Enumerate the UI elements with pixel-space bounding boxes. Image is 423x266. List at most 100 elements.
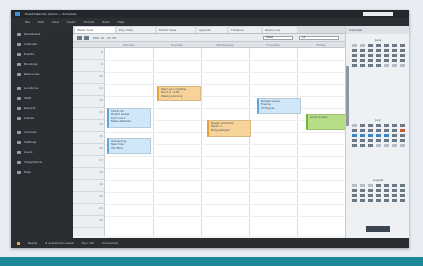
next-button[interactable] (84, 36, 89, 40)
locations-icon (17, 87, 21, 90)
mini-calendar-days[interactable] (350, 184, 406, 202)
menu-insert[interactable]: Insert (67, 18, 76, 26)
clients-icon (17, 117, 21, 120)
today-button[interactable] (366, 226, 390, 232)
calendar-grid[interactable]: 8 9 10 11 12 13 14 15 16 17 18 19 20 21 … (73, 48, 346, 236)
status-bar: Ready 6 events this week Sync OK Connect… (11, 238, 409, 248)
event-card[interactable]: Team sync meeting Room A · 9:00 Weekly p… (157, 86, 201, 101)
mini-calendar-august[interactable]: August (350, 178, 406, 218)
resources-icon (17, 73, 21, 76)
gear-icon (17, 141, 21, 144)
hour-slot: 20 (73, 192, 105, 204)
sidebar-item-invoices[interactable]: Invoices (17, 130, 36, 135)
event-card[interactable]: Onboarding New hires HR office (107, 138, 151, 154)
menu-tools[interactable]: Tools (102, 18, 109, 26)
status-text: 6 events this week (45, 241, 74, 245)
mini-calendar-june[interactable]: June (350, 38, 406, 78)
tab-timeline[interactable]: Timeline (229, 27, 261, 33)
sidebar-item-resources[interactable]: Resources (17, 72, 39, 77)
sidebar-item-staff[interactable]: Staff (17, 96, 31, 101)
status-indicator-icon (17, 241, 20, 245)
reports-icon (17, 107, 21, 110)
status-text: Ready (28, 241, 38, 245)
app-icon (15, 12, 20, 16)
mini-calendar-panel: Calendar June July August (345, 26, 409, 238)
status-text: Connected (102, 241, 119, 245)
column-divider (297, 48, 298, 236)
hour-slot: 17 (73, 156, 105, 168)
sidebar-item-dashboard[interactable]: Dashboard (17, 32, 40, 37)
prev-button[interactable] (77, 36, 82, 40)
tab-agenda[interactable]: Agenda (197, 27, 227, 33)
sidebar-item-settings[interactable]: Settings (17, 140, 36, 145)
mini-calendar-title: July (375, 118, 381, 122)
view-select[interactable]: Week (263, 36, 293, 40)
event-card[interactable]: Client call Project review Conf. line 2 … (107, 108, 151, 128)
hour-slot: 16 (73, 144, 105, 156)
column-divider (201, 48, 202, 236)
window-title: EventCalendar Admin — Schedule (25, 12, 77, 16)
hour-slot: 18 (73, 168, 105, 180)
hour-slot: 21 (73, 204, 105, 216)
event-card[interactable]: Lunch & learn (306, 114, 346, 130)
menu-bar: File Edit View Insert Format Tools Help (11, 18, 409, 26)
sidebar: Dashboard Calendar Events Bookings Resou… (11, 26, 73, 238)
menu-edit[interactable]: Edit (38, 18, 44, 26)
time-column: 8 9 10 11 12 13 14 15 16 17 18 19 20 21 … (73, 48, 105, 236)
menu-help[interactable]: Help (118, 18, 125, 26)
panel-title: Calendar (346, 26, 409, 34)
hour-slot: 22 (73, 216, 105, 228)
sidebar-item-bookings[interactable]: Bookings (17, 62, 38, 67)
hour-slot: 11 (73, 84, 105, 96)
hour-slot: 8 (73, 48, 105, 60)
sidebar-item-users[interactable]: Users (17, 150, 32, 155)
mini-calendar-days[interactable] (350, 44, 406, 67)
event-card[interactable]: Design workshop Studio 3 Bring samples (207, 120, 251, 137)
background: EventCalendar Admin — Schedule File Edit… (0, 0, 423, 266)
hour-slot: 9 (73, 60, 105, 72)
bookings-icon (17, 63, 21, 66)
hour-slot: 12 (73, 96, 105, 108)
title-bar: EventCalendar Admin — Schedule (11, 10, 409, 18)
menu-format[interactable]: Format (84, 18, 95, 26)
sidebar-item-reports[interactable]: Reports (17, 106, 36, 111)
tab-month-view[interactable]: Month View (157, 27, 195, 33)
hour-slot: 19 (73, 180, 105, 192)
search-input[interactable] (363, 12, 393, 16)
dashboard-icon (17, 33, 21, 36)
mini-calendar-days[interactable] (350, 124, 406, 147)
menu-view[interactable]: View (52, 18, 59, 26)
hour-slot: 14 (73, 120, 105, 132)
filter-select[interactable]: All (299, 36, 339, 40)
toolbar: Mon 12 – Fri 16 Week All (73, 34, 345, 42)
tab-week-view[interactable]: Week View (75, 27, 115, 33)
event-card[interactable]: Budget review Finance Q3 figures (257, 98, 301, 114)
plug-icon (17, 161, 21, 164)
mini-calendar-july[interactable]: July (350, 118, 406, 164)
calendar-icon (17, 43, 21, 46)
sidebar-item-integrations[interactable]: Integrations (17, 160, 42, 165)
sidebar-item-locations[interactable]: Locations (17, 86, 38, 91)
sidebar-item-clients[interactable]: Clients (17, 116, 34, 121)
help-icon (17, 171, 21, 174)
hour-slot: 10 (73, 72, 105, 84)
events-icon (17, 53, 21, 56)
menu-file[interactable]: File (25, 18, 30, 26)
calendar-main: Week View Day View Month View Agenda Tim… (73, 26, 346, 238)
sidebar-item-calendar[interactable]: Calendar (17, 42, 38, 47)
mini-calendar-title: June (374, 38, 382, 42)
scrollbar[interactable] (346, 66, 349, 126)
accent-strip (0, 257, 423, 266)
column-divider (153, 48, 154, 236)
tab-bar: Week View Day View Month View Agenda Tim… (73, 26, 345, 34)
sidebar-item-help[interactable]: Help (17, 170, 31, 175)
invoices-icon (17, 131, 21, 134)
tab-resources[interactable]: Resources (263, 27, 297, 33)
sidebar-item-events[interactable]: Events (17, 52, 34, 57)
tab-day-view[interactable]: Day View (117, 27, 155, 33)
mini-calendar-title: August (372, 178, 384, 182)
users-icon (17, 151, 21, 154)
staff-icon (17, 97, 21, 100)
status-text: Sync OK (81, 241, 95, 245)
hour-slot: 13 (73, 108, 105, 120)
